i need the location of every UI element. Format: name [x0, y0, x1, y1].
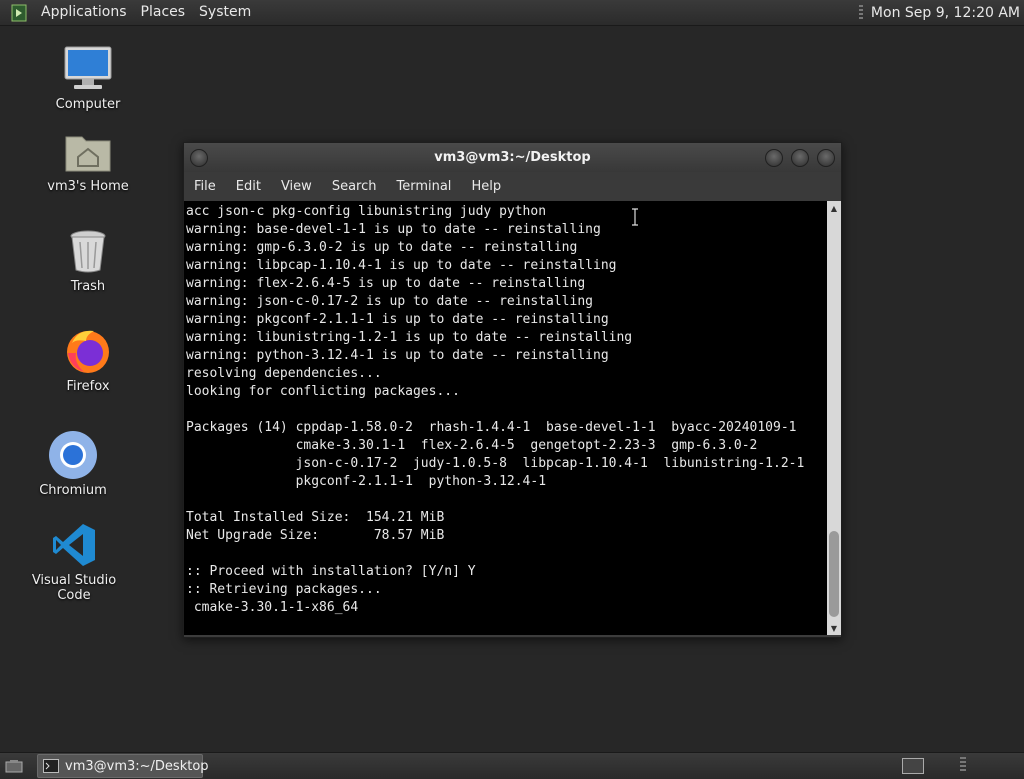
panel-handle[interactable] — [960, 757, 966, 773]
trash-icon — [60, 226, 116, 276]
desktop-icon-label: Computer — [55, 97, 121, 112]
desktop-icon-trash[interactable]: Trash — [33, 226, 143, 294]
minimize-button[interactable] — [765, 149, 783, 167]
terminal-scrollbar[interactable]: ▲ ▼ — [827, 201, 841, 635]
applications-menu[interactable]: Applications — [34, 0, 134, 25]
desktop-icon-label: vm3's Home — [47, 179, 129, 194]
ibeam-cursor-icon — [632, 208, 638, 226]
window-menu-button[interactable] — [190, 149, 208, 167]
close-button[interactable] — [817, 149, 835, 167]
maximize-button[interactable] — [791, 149, 809, 167]
desktop-icon-label: Visual Studio Code — [31, 573, 117, 603]
distro-logo-icon[interactable] — [8, 2, 30, 24]
show-desktop-icon[interactable] — [3, 757, 25, 775]
menu-terminal[interactable]: Terminal — [386, 179, 461, 194]
desktop-icon-chromium[interactable]: Chromium — [18, 430, 128, 498]
desktop-icon-label: Trash — [70, 279, 106, 294]
scroll-up-icon[interactable]: ▲ — [827, 201, 841, 215]
scrollbar-thumb[interactable] — [829, 531, 839, 617]
taskbar-item-label: vm3@vm3:~/Desktop — [65, 758, 209, 774]
system-menu[interactable]: System — [192, 0, 258, 25]
terminal-menubar: File Edit View Search Terminal Help — [184, 172, 841, 201]
desktop-icon-label: Chromium — [39, 483, 107, 498]
computer-icon — [60, 44, 116, 94]
home-folder-icon — [60, 126, 116, 176]
chromium-icon — [45, 430, 101, 480]
desktop-icon-label: Firefox — [66, 379, 110, 394]
window-title: vm3@vm3:~/Desktop — [434, 150, 591, 165]
scroll-down-icon[interactable]: ▼ — [827, 621, 841, 635]
vscode-icon — [46, 520, 102, 570]
window-titlebar[interactable]: vm3@vm3:~/Desktop — [184, 143, 841, 172]
workspace-switcher[interactable] — [902, 758, 924, 774]
top-panel: Applications Places System Mon Sep 9, 12… — [0, 0, 1024, 26]
bottom-panel: vm3@vm3:~/Desktop — [0, 752, 1024, 779]
terminal-icon — [43, 759, 59, 773]
places-menu[interactable]: Places — [134, 0, 193, 25]
taskbar-item-terminal[interactable]: vm3@vm3:~/Desktop — [37, 754, 209, 778]
firefox-icon — [60, 326, 116, 376]
menu-file[interactable]: File — [184, 179, 226, 194]
desktop-icon-home[interactable]: vm3's Home — [33, 126, 143, 194]
menu-help[interactable]: Help — [461, 179, 511, 194]
menu-search[interactable]: Search — [322, 179, 387, 194]
terminal-output: acc json-c pkg-config libunistring judy … — [186, 204, 805, 615]
desktop-icon-firefox[interactable]: Firefox — [33, 326, 143, 394]
menu-view[interactable]: View — [271, 179, 322, 194]
terminal-output-area[interactable]: acc json-c pkg-config libunistring judy … — [184, 201, 827, 635]
panel-handle[interactable] — [858, 4, 863, 21]
clock[interactable]: Mon Sep 9, 12:20 AM — [871, 5, 1020, 21]
desktop-icon-vscode[interactable]: Visual Studio Code — [19, 520, 129, 603]
desktop-icon-computer[interactable]: Computer — [33, 44, 143, 112]
menu-edit[interactable]: Edit — [226, 179, 271, 194]
terminal-window: vm3@vm3:~/Desktop File Edit View Search … — [183, 142, 842, 638]
